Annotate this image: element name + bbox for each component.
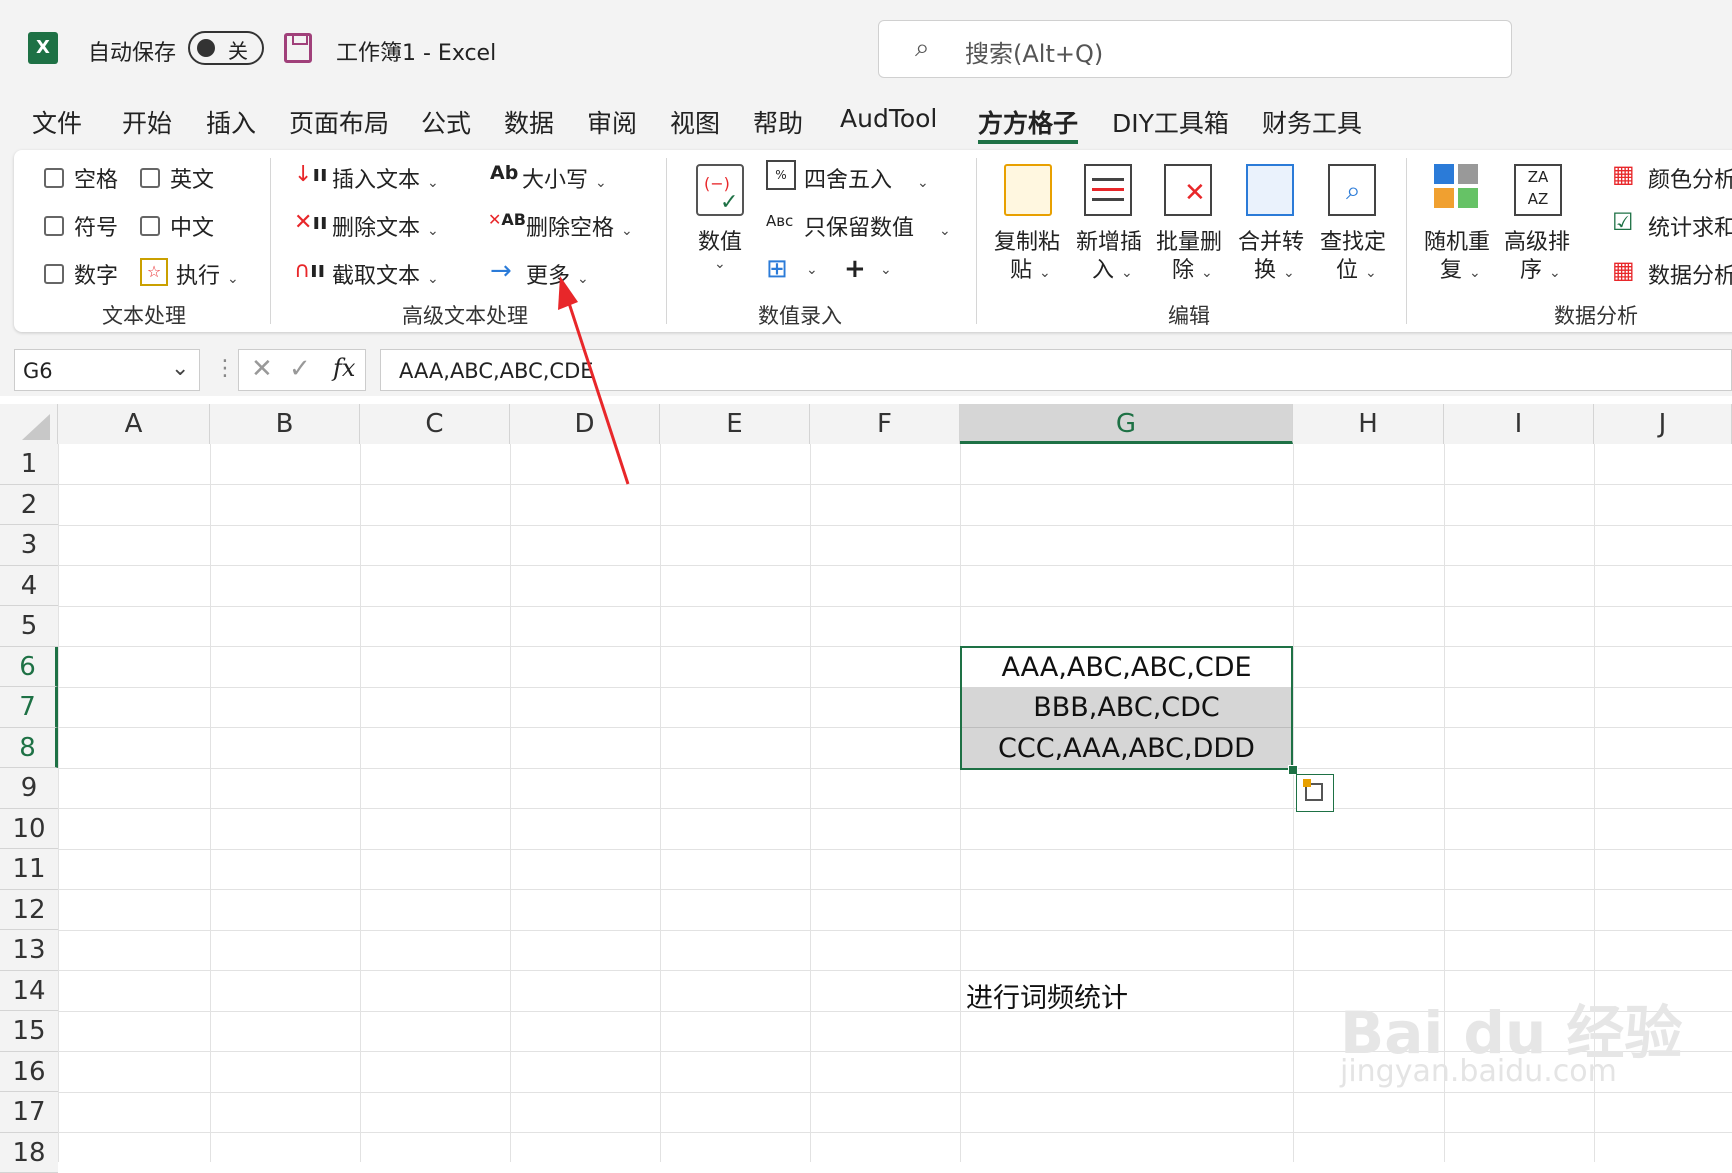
annotation-arrow bbox=[0, 0, 1732, 1162]
annotation-arrow-head bbox=[558, 276, 578, 310]
annotation-arrow-line bbox=[568, 300, 628, 484]
